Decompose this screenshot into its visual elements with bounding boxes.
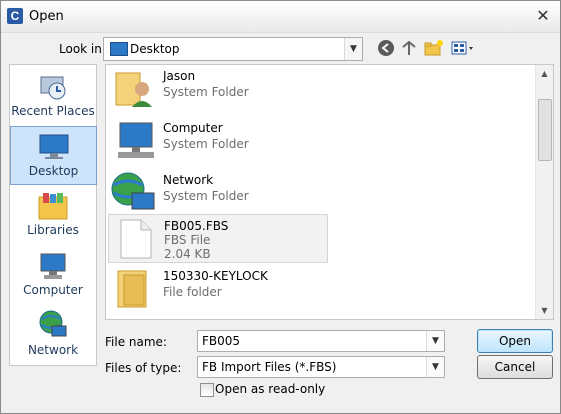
computer-icon [40, 253, 66, 279]
network-icon [111, 172, 155, 210]
look-in-label: Look in: [59, 42, 106, 56]
place-computer[interactable]: Computer [10, 247, 96, 303]
chevron-down-icon[interactable]: ▼ [426, 331, 444, 351]
chevron-down-icon[interactable]: ▼ [426, 357, 444, 377]
look-in-value: Desktop [130, 42, 180, 56]
list-item[interactable]: FB005.FBS FBS File 2.04 KB [108, 214, 328, 263]
cancel-button[interactable]: Cancel [477, 355, 553, 379]
file-type: File folder [163, 285, 222, 299]
title-bar[interactable]: C Open ✕ [1, 1, 560, 33]
libraries-icon [38, 193, 68, 220]
folder-icon [117, 270, 147, 308]
open-dialog: C Open ✕ Look in: Desktop ▼ Recent Place… [0, 0, 561, 414]
file-type-select[interactable]: FB Import Files (*.FBS) ▼ [197, 356, 445, 378]
file-name: Jason [163, 69, 196, 83]
file-type: System Folder [163, 85, 249, 99]
recent-places-icon [40, 76, 66, 100]
app-icon: C [7, 8, 23, 24]
place-label: Libraries [27, 223, 79, 237]
file-list: Jason System Folder Computer System Fold… [105, 64, 554, 320]
file-type: System Folder [163, 189, 249, 203]
place-label: Recent Places [11, 104, 95, 118]
place-recent-places[interactable]: Recent Places [10, 67, 96, 123]
file-name: Network [163, 173, 214, 187]
place-label: Desktop [28, 164, 79, 178]
desktop-icon [39, 134, 69, 159]
back-icon[interactable] [377, 39, 395, 57]
place-network[interactable]: Network [10, 307, 96, 363]
desktop-small-icon [110, 42, 128, 56]
file-type-label: Files of type: [105, 361, 182, 375]
list-item[interactable]: Network System Folder [108, 169, 326, 217]
up-folder-icon[interactable] [400, 39, 418, 57]
scroll-down-icon[interactable]: ▼ [536, 306, 553, 315]
file-size: 2.04 KB [164, 247, 211, 261]
network-icon [39, 310, 67, 337]
computer-icon [118, 122, 154, 158]
list-item[interactable]: Jason System Folder [108, 65, 326, 113]
scroll-thumb[interactable] [538, 99, 552, 161]
read-only-checkbox[interactable] [200, 383, 214, 397]
scroll-up-icon[interactable]: ▲ [536, 69, 553, 78]
file-type: System Folder [163, 137, 249, 151]
open-button[interactable]: Open [477, 329, 553, 353]
close-icon[interactable]: ✕ [532, 5, 554, 27]
new-folder-icon[interactable] [424, 39, 444, 57]
view-menu-icon[interactable] [451, 39, 475, 57]
look-in-combo[interactable]: Desktop ▼ [103, 37, 363, 61]
place-label: Computer [23, 283, 83, 297]
list-item[interactable]: Computer System Folder [108, 117, 326, 165]
file-name: Computer [163, 121, 223, 135]
list-item[interactable]: 150330-KEYLOCK File folder [108, 265, 326, 313]
places-sidebar: Recent Places Desktop Libraries Computer… [9, 64, 97, 366]
file-name: 150330-KEYLOCK [163, 269, 268, 283]
vertical-scrollbar[interactable]: ▲ ▼ [535, 65, 553, 319]
file-name-label: File name: [105, 335, 167, 349]
place-label: Network [27, 343, 79, 357]
user-folder-icon [115, 72, 152, 107]
place-libraries[interactable]: Libraries [10, 187, 96, 243]
place-desktop[interactable]: Desktop [10, 126, 97, 185]
file-name-field[interactable]: FB005 ▼ [197, 330, 445, 352]
file-name-value: FB005 [202, 334, 241, 348]
file-name: FB005.FBS [164, 219, 229, 233]
file-type: FBS File [164, 233, 211, 247]
file-icon [120, 219, 152, 259]
window-title: Open [29, 9, 64, 24]
read-only-label: Open as read-only [215, 382, 326, 396]
file-type-value: FB Import Files (*.FBS) [202, 360, 337, 374]
chevron-down-icon[interactable]: ▼ [344, 38, 362, 60]
